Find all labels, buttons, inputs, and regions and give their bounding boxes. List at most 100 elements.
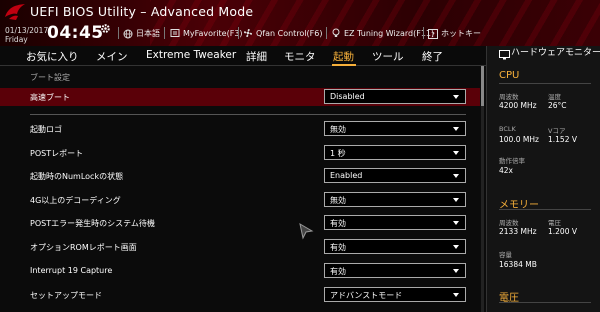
bclk-label: BCLK (499, 125, 516, 133)
tab-tool[interactable]: ツール (372, 49, 404, 64)
cpu-temperature-value: 26°C (548, 101, 567, 110)
chevron-down-icon (453, 293, 459, 297)
chevron-down-icon (453, 151, 459, 155)
globe-icon (123, 29, 133, 38)
chevron-down-icon (453, 198, 459, 202)
top-header: UEFI BIOS Utility – Advanced Mode 01/13/… (0, 0, 600, 46)
qfan-label: Qfan Control(F6) (256, 28, 323, 38)
scrollbar-thumb[interactable] (481, 66, 484, 106)
chevron-down-icon (453, 127, 459, 131)
chevron-down-icon (453, 95, 459, 99)
option-rom-select[interactable]: 有効 (324, 239, 466, 254)
ez-tuning-label: EZ Tuning Wizard(F11) (344, 28, 435, 38)
section-divider (499, 209, 591, 210)
bclk-value: 100.0 MHz (499, 135, 539, 144)
help-icon: ? (428, 28, 438, 39)
tab-exit[interactable]: 終了 (422, 49, 443, 64)
memory-frequency-value: 2133 MHz (499, 227, 537, 236)
tab-main[interactable]: メイン (96, 49, 128, 64)
hardware-monitor-panel: ハードウェアモニター CPU 周波数 温度 4200 MHz 26°C BCLK… (486, 46, 600, 312)
cpu-ratio-value: 42x (499, 166, 513, 175)
memory-capacity-label: 容量 (499, 251, 512, 259)
settings-panel: ブート設定 高速ブート Disabled 起動ロゴ 無効 POSTレポート 1 … (0, 66, 486, 312)
hotkey-button[interactable]: ? ホットキー (428, 28, 481, 39)
vcore-value: 1.152 V (548, 135, 577, 144)
tab-boot[interactable]: 起動 (333, 49, 354, 64)
post-report-select[interactable]: 1 秒 (324, 145, 466, 160)
select-value: Enabled (330, 171, 363, 180)
date-display: 01/13/2017 Friday (5, 26, 48, 44)
myfavorite-label: MyFavorite(F3) (183, 28, 243, 38)
interrupt-19-select[interactable]: 有効 (324, 263, 466, 278)
setting-row-boot-logo[interactable]: 起動ロゴ 無効 (0, 120, 480, 138)
select-value: 有効 (330, 243, 346, 252)
tab-extreme-tweaker[interactable]: Extreme Tweaker (146, 49, 236, 61)
setting-label: 起動ロゴ (30, 125, 62, 134)
setting-label: 4G以上のデコーディング (30, 196, 121, 205)
hotkey-label: ホットキー (441, 29, 481, 38)
setting-row-above-4g-decoding[interactable]: 4G以上のデコーディング 無効 (0, 191, 480, 209)
setting-row-numlock[interactable]: 起動時のNumLockの状態 Enabled (0, 167, 480, 185)
qfan-control-button[interactable]: Qfan Control(F6) (243, 28, 322, 38)
gear-icon[interactable] (100, 23, 111, 34)
clock[interactable]: 04:45 (47, 23, 104, 43)
select-value: 無効 (330, 125, 346, 134)
header-separator (423, 27, 424, 39)
setup-mode-select[interactable]: アドバンストモード (324, 287, 466, 302)
cpu-section-title: CPU (499, 70, 520, 81)
memory-voltage-label: 電圧 (548, 219, 561, 227)
myfavorite-button[interactable]: MyFavorite(F3) (170, 28, 243, 38)
chevron-down-icon (453, 221, 459, 225)
main-menu-bar: お気に入り メイン Extreme Tweaker 詳細 モニタ 起動 ツール … (0, 46, 486, 66)
setting-label: POSTエラー発生時のシステム待機 (30, 219, 155, 228)
cpu-frequency-value: 4200 MHz (499, 101, 537, 110)
tab-monitor[interactable]: モニタ (284, 49, 316, 64)
chevron-down-icon (453, 245, 459, 249)
boot-logo-select[interactable]: 無効 (324, 121, 466, 136)
setting-label: 起動時のNumLockの状態 (30, 172, 124, 181)
setting-label: Interrupt 19 Capture (30, 266, 113, 275)
setting-row-setup-mode[interactable]: セットアップモード アドバンストモード (0, 286, 480, 304)
setting-label: 高速ブート (30, 93, 70, 102)
memory-capacity-value: 16384 MB (499, 260, 537, 269)
setting-row-wait-for-f1[interactable]: POSTエラー発生時のシステム待機 有効 (0, 214, 480, 232)
setting-label: セットアップモード (30, 291, 102, 300)
rog-logo-icon (5, 4, 25, 20)
select-value: 1 秒 (330, 149, 346, 158)
header-separator (164, 27, 165, 39)
setting-row-interrupt-19[interactable]: Interrupt 19 Capture 有効 (0, 262, 480, 280)
section-divider (30, 114, 466, 115)
select-value: 無効 (330, 196, 346, 205)
language-button[interactable]: 日本語 (123, 28, 160, 39)
cpu-frequency-label: 周波数 (499, 93, 519, 101)
chevron-down-icon (453, 269, 459, 273)
hardware-monitor-title: ハードウェアモニター (511, 48, 600, 58)
section-divider (499, 302, 591, 303)
header-separator (238, 27, 239, 39)
fast-boot-select[interactable]: Disabled (324, 89, 466, 104)
memory-frequency-label: 周波数 (499, 219, 519, 227)
tab-favorites[interactable]: お気に入り (26, 49, 79, 64)
ez-tuning-wizard-button[interactable]: EZ Tuning Wizard(F11) (331, 28, 434, 38)
section-divider (499, 83, 591, 84)
monitor-icon (499, 50, 510, 60)
setting-row-post-report[interactable]: POSTレポート 1 秒 (0, 144, 480, 162)
numlock-select[interactable]: Enabled (324, 168, 466, 183)
select-value: 有効 (330, 267, 346, 276)
setting-row-option-rom-messages[interactable]: オプションROMレポート画面 有効 (0, 238, 480, 256)
svg-text:?: ? (431, 31, 435, 39)
tab-advanced[interactable]: 詳細 (246, 49, 267, 64)
cpu-ratio-label: 動作倍率 (499, 157, 525, 165)
section-heading-boot-config: ブート設定 (30, 73, 70, 82)
select-value: 有効 (330, 219, 346, 228)
chevron-down-icon (453, 174, 459, 178)
select-value: Disabled (330, 92, 365, 101)
setting-row-fast-boot[interactable]: 高速ブート Disabled (0, 88, 480, 106)
wait-on-error-select[interactable]: 有効 (324, 215, 466, 230)
mouse-cursor-icon (299, 222, 314, 240)
language-label: 日本語 (136, 29, 160, 38)
scrollbar[interactable] (481, 66, 484, 312)
vcore-label: Vコア (548, 127, 566, 135)
setting-label: オプションROMレポート画面 (30, 243, 137, 252)
above-4g-select[interactable]: 無効 (324, 192, 466, 207)
